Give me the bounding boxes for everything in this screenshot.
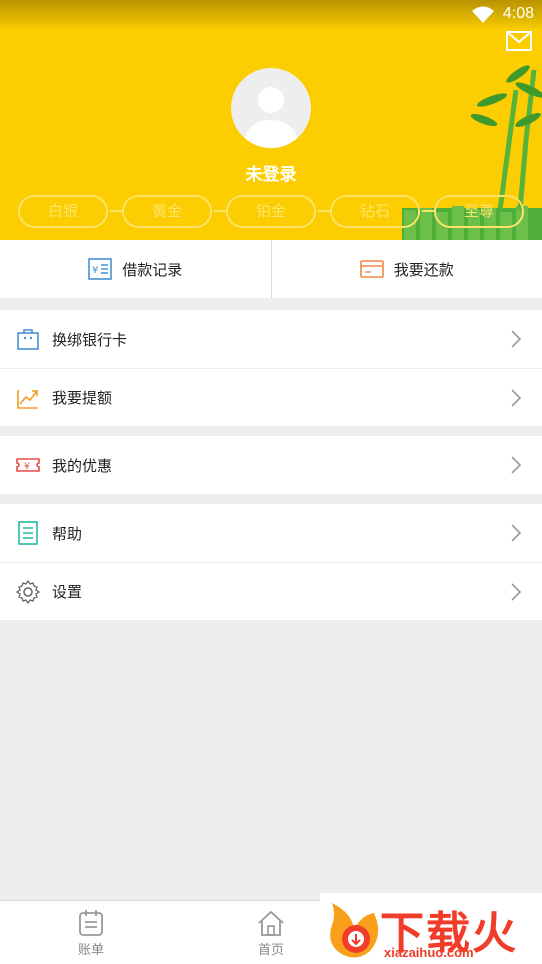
level-gold: 黄金 (122, 195, 212, 228)
menu-group-support: 帮助 设置 (0, 504, 542, 620)
level-silver: 白银 (18, 195, 108, 228)
status-time: 4:08 (502, 5, 534, 22)
user-silhouette-icon (243, 87, 299, 148)
svg-text:¥: ¥ (24, 462, 30, 472)
wifi-icon (472, 6, 494, 23)
trend-up-icon (17, 389, 38, 409)
chevron-right-icon (511, 524, 522, 542)
menu-group-coupon: ¥ 我的优惠 (0, 436, 542, 494)
menu-item-label: 换绑银行卡 (52, 330, 128, 349)
svg-text:¥: ¥ (92, 265, 98, 276)
status-bar: 4:08 (0, 0, 542, 30)
tab-label: 账单 (77, 943, 104, 958)
loan-record-button[interactable]: ¥ 借款记录 (0, 240, 271, 298)
chevron-right-icon (511, 330, 522, 348)
tab-home[interactable]: 首页 (231, 909, 311, 958)
menu-item-label: 设置 (52, 583, 83, 601)
menu-item-label: 我的优惠 (52, 456, 113, 475)
level-supreme: 至尊 (434, 195, 524, 228)
repay-card-icon (359, 260, 384, 278)
gear-icon (16, 579, 40, 604)
menu-item-help[interactable]: 帮助 (0, 504, 542, 562)
level-platinum: 铂金 (226, 195, 316, 228)
loan-record-icon: ¥ (88, 258, 113, 280)
profile-page: 4:08 未登录 白银 黄金 铂金 钻石 至尊 ¥ 借款记录 我要还款 换绑银行… (0, 0, 542, 964)
menu-item-label: 我要提额 (52, 389, 113, 407)
home-icon (258, 910, 284, 936)
chevron-right-icon (511, 583, 522, 601)
level-diamond: 钻石 (330, 195, 420, 228)
coupon-icon: ¥ (16, 458, 40, 472)
menu-group-card: 换绑银行卡 我要提额 (0, 310, 542, 426)
watermark-logo: 下载火 xiazaihuo.com (320, 893, 542, 964)
chevron-right-icon (511, 456, 522, 474)
profile-header: 4:08 未登录 白银 黄金 铂金 钻石 至尊 (0, 0, 542, 240)
login-status[interactable]: 未登录 (0, 160, 542, 185)
mail-icon[interactable] (506, 30, 532, 52)
repay-button[interactable]: 我要还款 (272, 240, 542, 298)
quick-actions: ¥ 借款记录 我要还款 (0, 240, 542, 298)
bill-calendar-icon (79, 910, 103, 936)
menu-item-my-coupons[interactable]: ¥ 我的优惠 (0, 436, 542, 494)
menu-item-settings[interactable]: 设置 (0, 562, 542, 620)
fire-logo-icon (330, 903, 379, 958)
member-levels: 白银 黄金 铂金 钻石 至尊 (18, 195, 528, 229)
help-doc-icon (18, 521, 38, 545)
menu-item-raise-limit[interactable]: 我要提额 (0, 368, 542, 426)
repay-label: 我要还款 (393, 260, 454, 279)
avatar[interactable] (231, 68, 311, 148)
watermark-subtitle: xiazaihuo.com (384, 945, 474, 960)
menu-item-rebind-card[interactable]: 换绑银行卡 (0, 310, 542, 368)
menu-item-label: 帮助 (52, 524, 83, 543)
loan-record-label: 借款记录 (122, 260, 183, 279)
tab-label: 首页 (257, 943, 284, 958)
chevron-right-icon (511, 389, 522, 407)
bank-card-bag-icon (17, 329, 39, 350)
tab-bill[interactable]: 账单 (51, 909, 131, 958)
